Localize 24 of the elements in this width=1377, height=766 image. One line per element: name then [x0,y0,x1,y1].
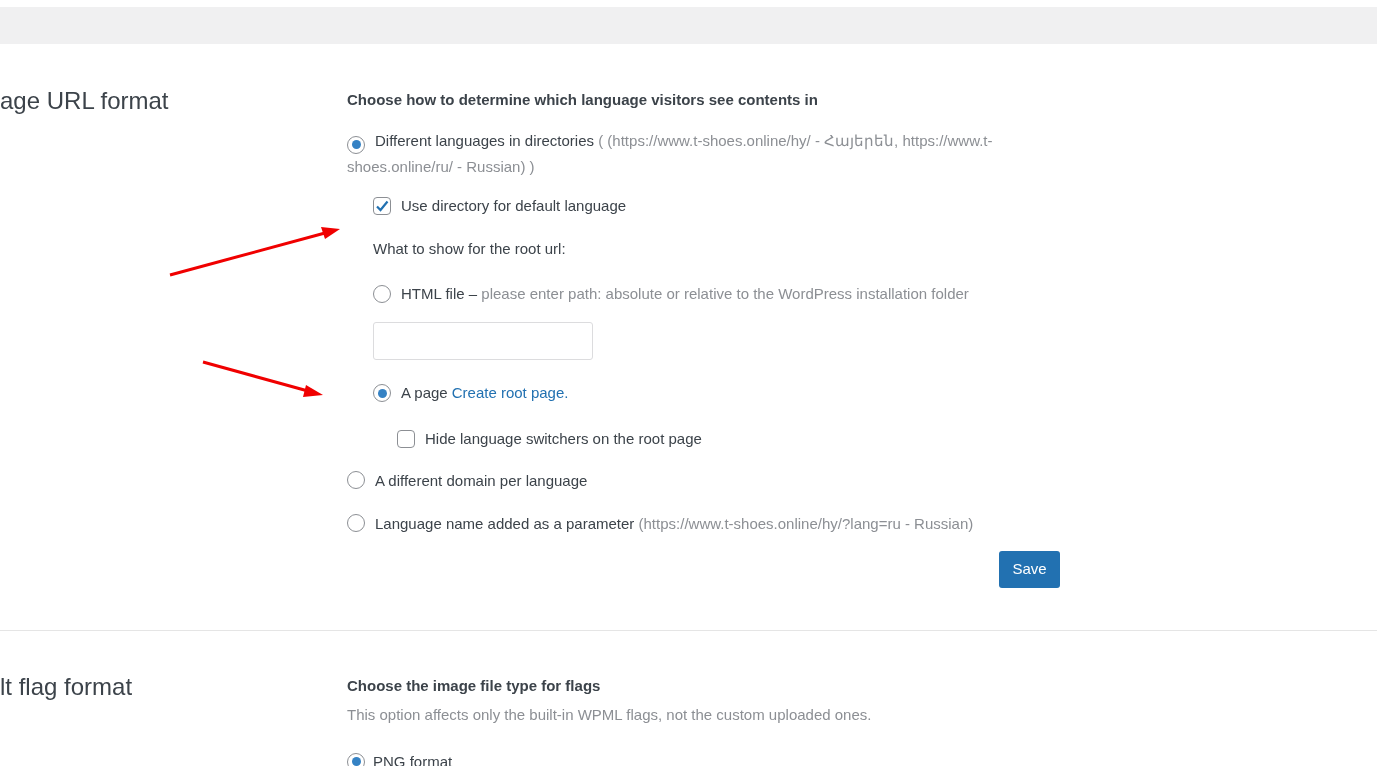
radio-option[interactable]: Different languages in directories ( (https://www.t-shoes.online/hy/ - Հայերեն, https://www.t-shoes.online/ru/ - Russian) ) [347,128,1056,179]
create-root-page-link[interactable]: Create root page. [451,382,569,405]
radio-button[interactable] [373,384,391,403]
option-label: A page [401,383,448,403]
radio-button[interactable] [347,514,365,532]
checkbox[interactable] [397,429,415,448]
radio-button[interactable] [373,284,391,303]
option-label: PNG format [373,751,453,766]
option-label: HTML file – please enter path: absolute or relative to the WordPress installation folder [401,283,969,304]
checkbox[interactable] [373,196,391,215]
path-input-field[interactable] [373,322,593,360]
section-title: lt flag format [0,673,134,701]
section-description: This option affects only the built-in WPML flags, not the custom uploaded ones. [347,705,872,725]
section-heading: Choose the image file type for flags [347,676,602,696]
section-heading: Choose how to determine which language visitors see contents in [347,90,819,110]
radio-button[interactable] [347,471,365,489]
checkbox-label: Use directory for default language [401,195,627,216]
radio-button[interactable] [347,752,365,766]
option-label: Language name added as a parameter (https://www.t-shoes.online/hy/?lang=ru - Russian) [375,514,974,534]
root-url-prompt: What to show for the root url: [373,239,567,259]
section-title: age URL format [0,87,170,115]
option-label: A different domain per language [375,471,588,491]
save-button[interactable]: Save [999,551,1060,588]
checkbox-label: Hide language switchers on the root page [425,428,702,449]
